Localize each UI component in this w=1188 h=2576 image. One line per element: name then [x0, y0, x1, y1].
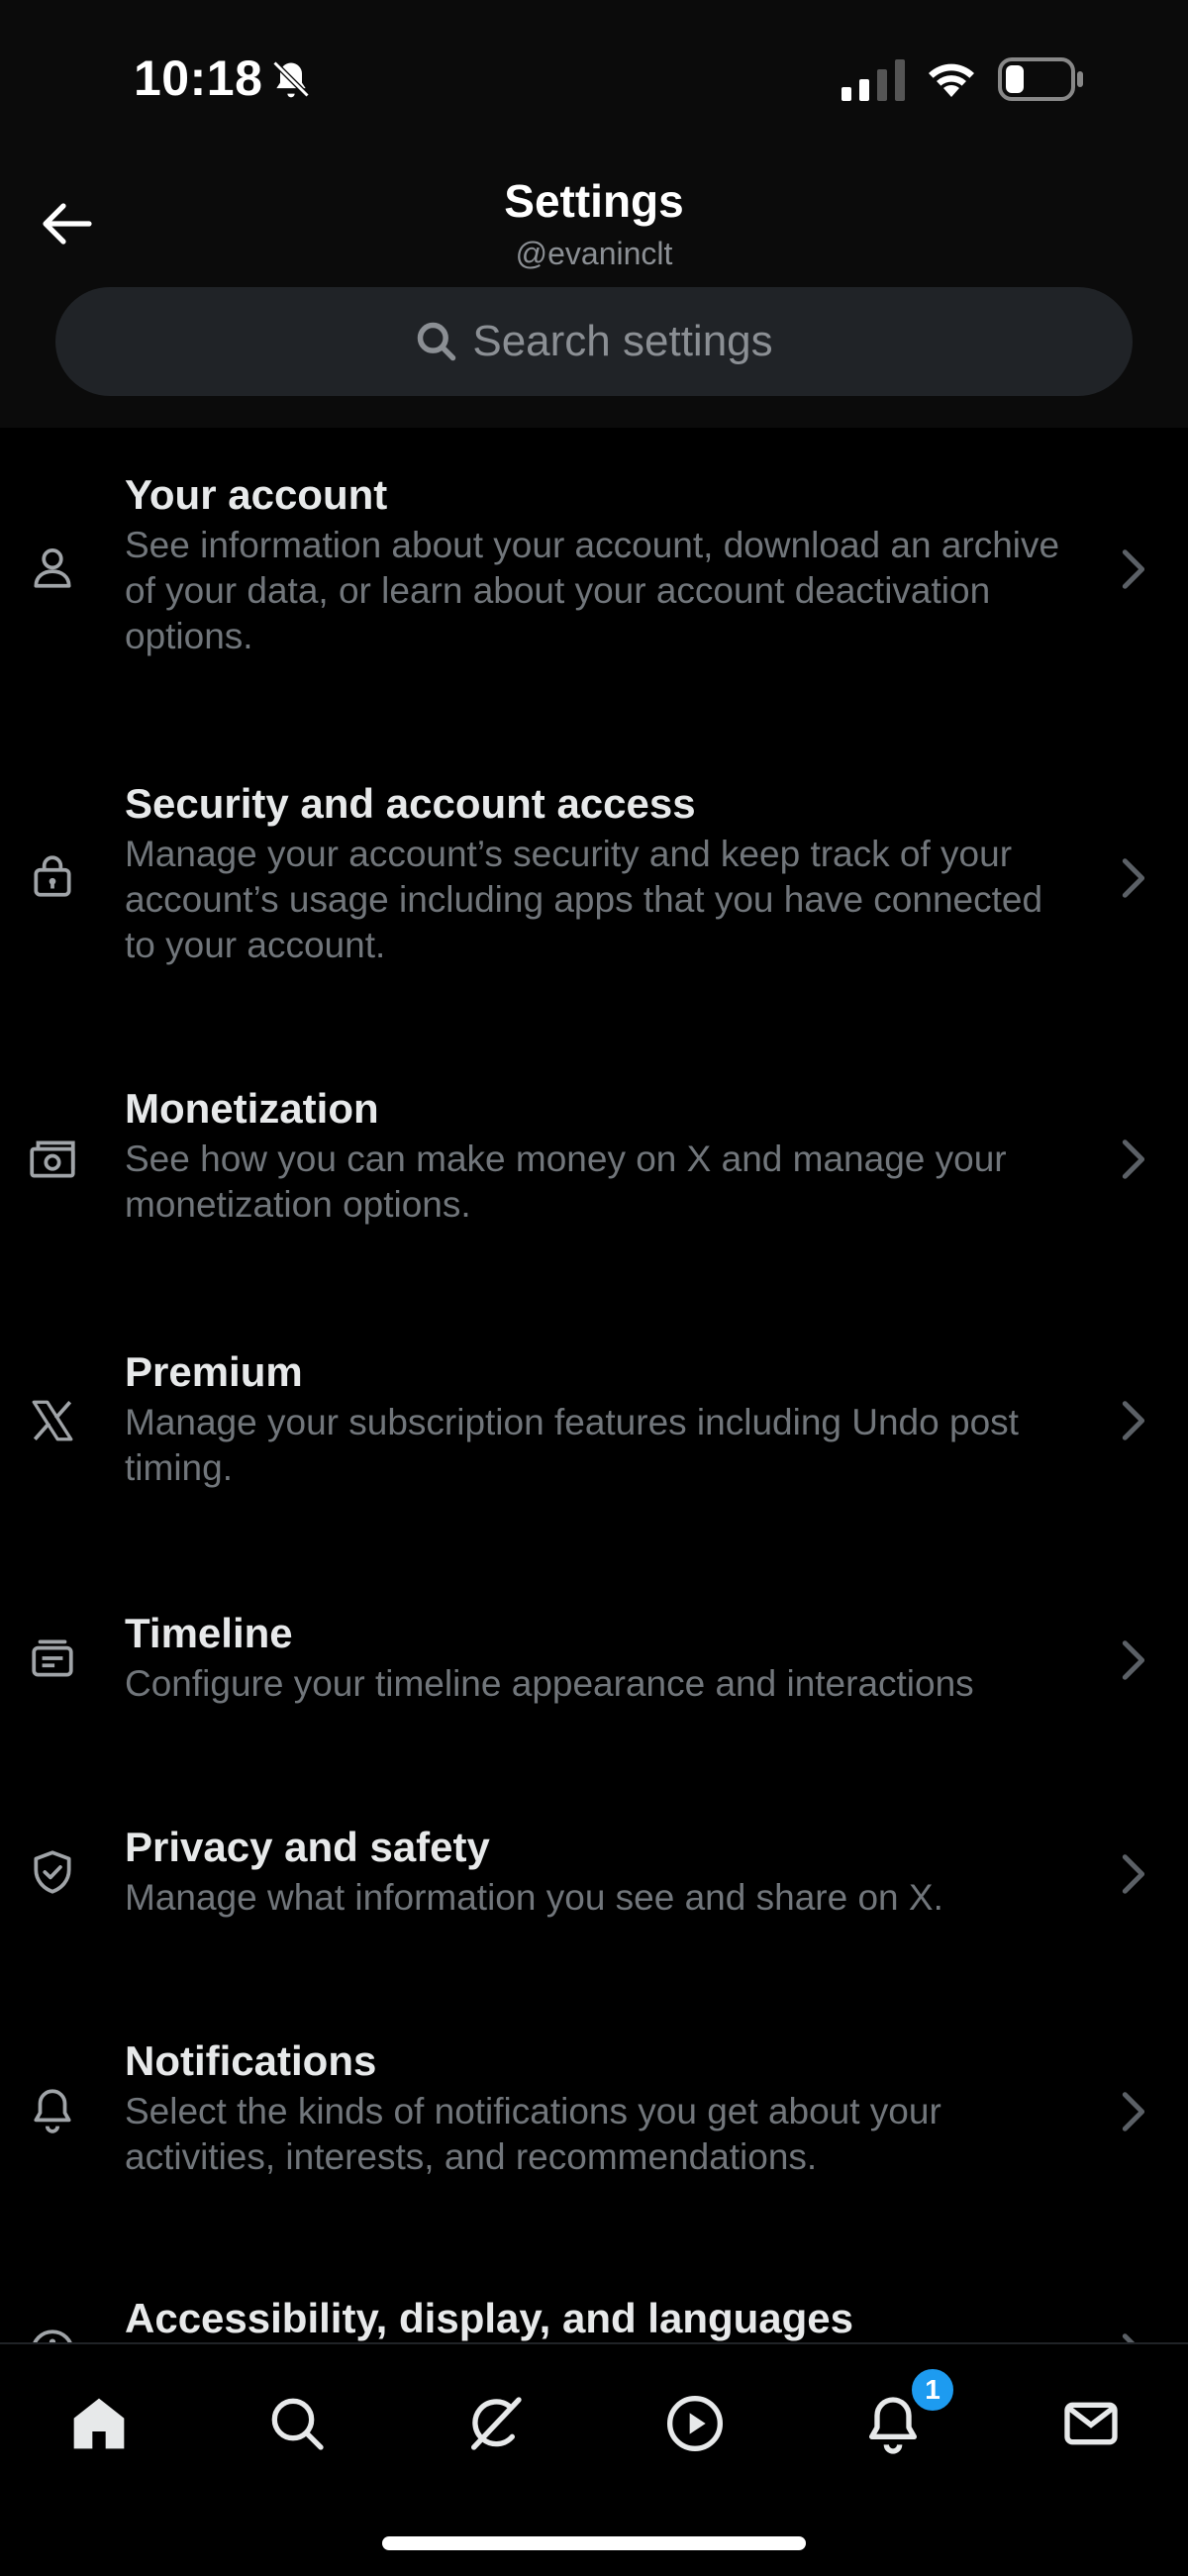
nav-grok[interactable]	[455, 2384, 535, 2463]
item-title: Security and account access	[125, 780, 696, 827]
settings-item-privacy[interactable]: Privacy and safety Manage what informati…	[0, 1816, 1188, 1984]
bell-icon	[22, 2079, 83, 2140]
money-icon	[22, 1129, 83, 1190]
signal-icon	[842, 59, 905, 101]
item-description: Configure your timeline appearance and i…	[125, 1663, 974, 1704]
settings-item-timeline[interactable]: Timeline Configure your timeline appeara…	[0, 1602, 1188, 1770]
search-icon	[271, 2398, 324, 2450]
settings-item-premium[interactable]: Premium Manage your subscription feature…	[0, 1340, 1188, 1558]
wifi-icon	[929, 63, 974, 97]
battery-icon	[998, 57, 1083, 101]
messages-icon	[1064, 2402, 1118, 2445]
grok-icon	[471, 2397, 522, 2450]
status-time: 10:18	[134, 50, 263, 106]
item-title: Privacy and safety	[125, 1824, 490, 1870]
home-icon	[73, 2398, 125, 2449]
chevron-right-icon	[1122, 1640, 1145, 1680]
lock-icon	[22, 845, 83, 907]
settings-item-notifications[interactable]: Notifications Select the kinds of notifi…	[0, 2030, 1188, 2257]
person-icon	[22, 537, 83, 598]
page-title: Settings	[504, 175, 684, 227]
settings-item-your-account[interactable]: Your account See information about your …	[0, 461, 1188, 729]
timeline-icon	[22, 1628, 83, 1689]
item-title: Premium	[125, 1348, 303, 1395]
search-input[interactable]: Search settings	[55, 287, 1133, 396]
settings-item-accessibility[interactable]: Accessibility, display, and languages	[0, 2291, 1188, 2350]
item-description: Manage your subscription features includ…	[125, 1402, 1019, 1488]
chevron-right-icon	[1122, 549, 1145, 589]
bell-off-icon	[272, 60, 310, 98]
item-title: Timeline	[125, 1610, 293, 1656]
settings-item-monetization[interactable]: Monetization See how you can make money …	[0, 1079, 1188, 1297]
chevron-right-icon	[1122, 1139, 1145, 1179]
nav-search[interactable]	[257, 2384, 337, 2463]
nav-messages[interactable]	[1051, 2384, 1131, 2463]
search-placeholder: Search settings	[472, 317, 773, 365]
x-logo-icon	[22, 1390, 83, 1451]
chevron-right-icon	[1122, 1854, 1145, 1894]
home-indicator[interactable]	[382, 2536, 806, 2550]
item-description: Select the kinds of notifications you ge…	[125, 2091, 941, 2177]
item-title: Accessibility, display, and languages	[125, 2295, 854, 2341]
chevron-right-icon	[1122, 2092, 1145, 2131]
shield-icon	[22, 1841, 83, 1903]
item-description: See how you can make money on X and mana…	[125, 1139, 1007, 1225]
item-title: Monetization	[125, 1085, 379, 1132]
notification-badge: 1	[909, 2366, 956, 2414]
chevron-right-icon	[1122, 1401, 1145, 1440]
settings-item-security[interactable]: Security and account access Manage your …	[0, 770, 1188, 1038]
item-title: Notifications	[125, 2037, 377, 2084]
nav-video[interactable]	[655, 2384, 735, 2463]
item-description: See information about your account, down…	[125, 525, 1060, 656]
username: @evaninclt	[515, 236, 673, 271]
item-title: Your account	[125, 471, 388, 518]
search-icon	[418, 322, 456, 361]
nav-home[interactable]	[59, 2384, 139, 2463]
chevron-right-icon	[1122, 858, 1145, 898]
video-icon	[667, 2396, 723, 2451]
item-description: Manage what information you see and shar…	[125, 1877, 943, 1918]
item-description: Manage your account’s security and keep …	[125, 834, 1043, 965]
